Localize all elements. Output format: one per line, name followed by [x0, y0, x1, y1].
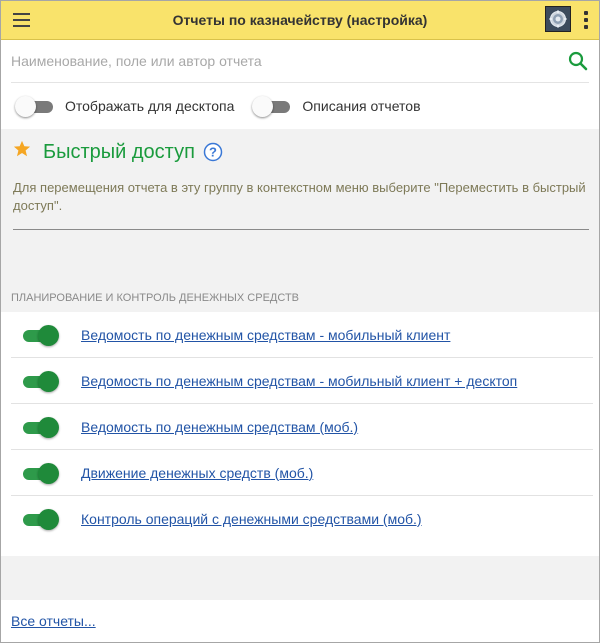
list-item: Контроль операций с денежными средствами… [11, 496, 593, 542]
more-vert-icon[interactable] [579, 7, 593, 33]
list-item: Ведомость по денежным средствам - мобиль… [11, 358, 593, 404]
list-item: Ведомость по денежным средствам - мобиль… [11, 312, 593, 358]
section-title: ПЛАНИРОВАНИЕ И КОНТРОЛЬ ДЕНЕЖНЫХ СРЕДСТВ [11, 292, 300, 304]
star-icon [13, 140, 31, 157]
list-item: Ведомость по денежным средствам (моб.) [11, 404, 593, 450]
report-switch[interactable] [19, 462, 59, 484]
report-link[interactable]: Ведомость по денежным средствам - мобиль… [81, 373, 517, 389]
report-list: Ведомость по денежным средствам - мобиль… [1, 312, 599, 542]
display-options: Отображать для десктопа Описания отчетов [1, 83, 599, 129]
descriptions-toggle-label: Описания отчетов [302, 98, 421, 114]
search-bar [11, 40, 589, 83]
desktop-toggle-label: Отображать для десктопа [65, 98, 235, 114]
descriptions-switch[interactable] [252, 96, 292, 117]
quick-access-section: Быстрый доступ ? Для перемещения отчета … [1, 129, 599, 230]
desktop-switch[interactable] [15, 96, 55, 117]
report-link[interactable]: Контроль операций с денежными средствами… [81, 511, 422, 527]
report-switch[interactable] [19, 416, 59, 438]
header-bar: Отчеты по казначейству (настройка) [1, 1, 599, 40]
search-icon[interactable] [567, 50, 589, 72]
quick-access-title: Быстрый доступ [43, 140, 195, 163]
report-link[interactable]: Ведомость по денежным средствам - мобиль… [81, 327, 450, 343]
report-link[interactable]: Ведомость по денежным средствам (моб.) [81, 419, 358, 435]
menu-icon[interactable] [1, 1, 41, 39]
report-link[interactable]: Движение денежных средств (моб.) [81, 465, 313, 481]
search-input[interactable] [11, 53, 567, 69]
list-bottom-padding [1, 542, 599, 556]
svg-text:?: ? [209, 145, 217, 160]
quick-access-hint: Для перемещения отчета в эту группу в ко… [13, 179, 589, 230]
help-icon[interactable]: ? [203, 142, 223, 162]
all-reports-link[interactable]: Все отчеты... [11, 613, 96, 629]
report-switch[interactable] [19, 370, 59, 392]
settings-icon[interactable] [545, 6, 571, 32]
report-switch[interactable] [19, 324, 59, 346]
filter-panel: Отображать для десктопа Описания отчетов [1, 40, 599, 129]
page-title: Отчеты по казначейству (настройка) [172, 12, 428, 28]
descriptions-toggle[interactable]: Описания отчетов [252, 96, 421, 117]
desktop-toggle[interactable]: Отображать для десктопа [15, 96, 235, 117]
report-switch[interactable] [19, 509, 59, 530]
quick-access-header: Быстрый доступ ? [13, 135, 589, 169]
list-item: Движение денежных средств (моб.) [11, 450, 593, 496]
app-window: Отчеты по казначейству (настройка) Наиме… [0, 0, 600, 643]
footer: Все отчеты... [1, 600, 599, 642]
